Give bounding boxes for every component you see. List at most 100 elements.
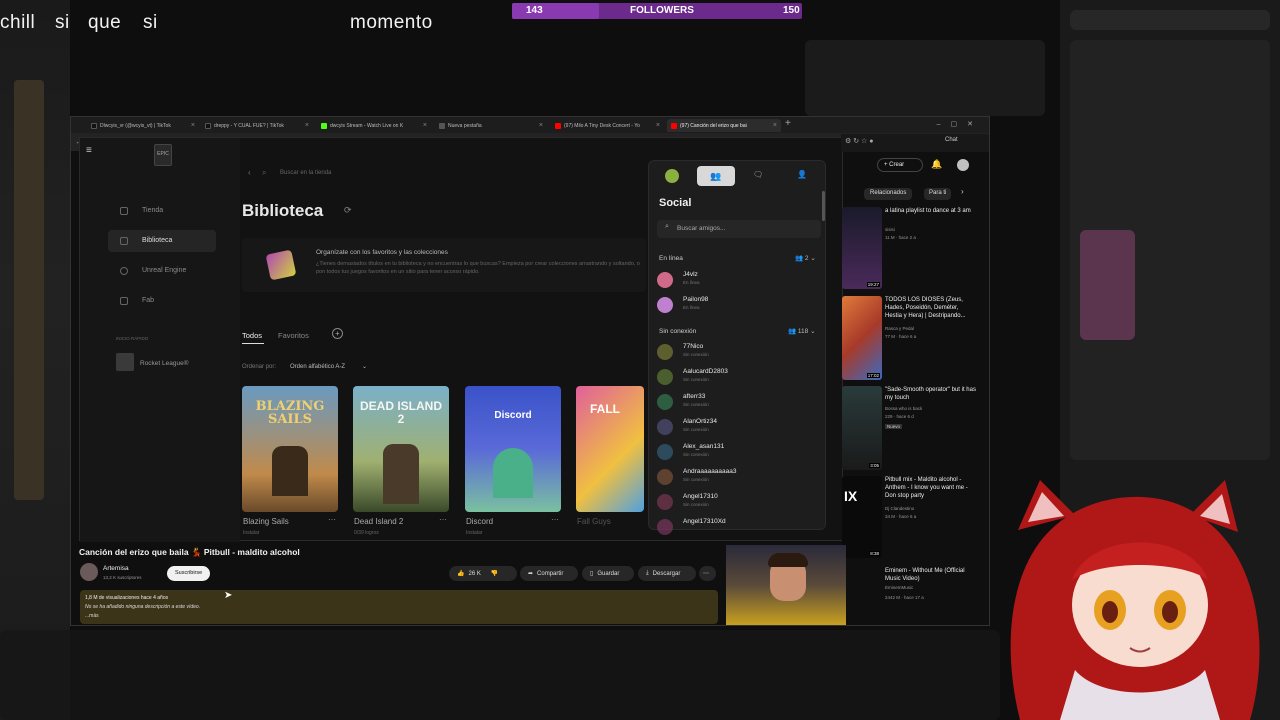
toolbar-icons: ⚙ ↻ ☆ ●	[845, 138, 874, 145]
close-icon[interactable]: ×	[656, 122, 660, 129]
chat-icon[interactable]: 🗨	[753, 170, 763, 179]
online-count[interactable]: 👥 2 ⌄	[795, 254, 816, 262]
tab-youtube-1[interactable]: (97) Milo A Tiny Desk Concert - Yo ×	[551, 119, 664, 132]
related-thumbnail[interactable]: 17:02	[842, 296, 882, 380]
close-icon[interactable]: ×	[423, 122, 427, 129]
tab-tiktok-1[interactable]: Dlwcyis_vr (@wcyis_vt) | TikTok ×	[87, 119, 199, 132]
related-title[interactable]: a latina playlist to dance at 3 am	[885, 207, 977, 215]
related-thumbnail[interactable]: 3:05	[842, 386, 882, 470]
related-thumbnail[interactable]: 19:27	[842, 207, 882, 289]
tab-label: Nueva pestaña	[448, 122, 482, 129]
more-options-icon[interactable]: ⋯	[439, 515, 447, 524]
quick-game-rocket-league[interactable]: Rocket League®	[140, 360, 189, 367]
friend-row-offline[interactable]: AalucardD2803 Sin conexión	[657, 366, 817, 388]
related-thumbnail[interactable]: IX 8:38	[842, 476, 882, 558]
quick-launch-heading: INICIO RÁPIDO	[116, 336, 149, 341]
new-tab-button[interactable]: +	[785, 118, 791, 129]
tab-youtube-active[interactable]: (97) Canción del erizo que bai ×	[667, 119, 781, 132]
download-button[interactable]: ⤓ Descargar	[638, 566, 696, 581]
related-meta: 11 M · hace 2 a	[885, 235, 916, 240]
nav-store[interactable]: Tienda	[142, 207, 163, 214]
tab-new[interactable]: Nueva pestaña ×	[435, 119, 547, 132]
friend-row-offline[interactable]: Andraaaaaaaaaa3 Sin conexión	[657, 466, 817, 488]
related-title[interactable]: "Sade-Smooth operator" but it has my tou…	[885, 386, 977, 402]
store-search-input[interactable]: Buscar en la tienda	[280, 170, 331, 176]
chevron-down-icon[interactable]: ⌄	[362, 363, 367, 370]
back-arrow-icon[interactable]: ‹	[248, 168, 251, 177]
window-controls[interactable]: –▢✕	[937, 120, 983, 128]
add-friend-icon[interactable]: 👤	[797, 170, 807, 179]
more-options-icon[interactable]: ⋯	[551, 515, 559, 524]
chip-for-you[interactable]: Para ti	[924, 188, 952, 200]
offline-count-value: 118	[797, 328, 809, 335]
like-button[interactable]: 👍 26 K 👎	[449, 566, 517, 581]
friend-row-offline[interactable]: Alex_asan131 Sin conexión	[657, 441, 817, 463]
page-title: Biblioteca	[242, 201, 324, 220]
scrollbar[interactable]	[822, 191, 825, 221]
channel-name[interactable]: Artemisa	[103, 565, 129, 572]
friend-row-offline[interactable]: afterr33 Sin conexión	[657, 391, 817, 413]
video-description[interactable]: 1,8 M de visualizaciones hace 4 años No …	[80, 590, 718, 624]
duration-badge: 17:02	[866, 373, 880, 378]
webcam-hair	[768, 553, 808, 567]
add-collection-icon[interactable]: +	[332, 328, 343, 339]
game-card-discord[interactable]: Discord	[465, 386, 561, 512]
avatar	[657, 394, 673, 410]
channel-avatar[interactable]	[80, 563, 98, 581]
show-more-link[interactable]: ...más	[85, 613, 99, 619]
nav-unreal[interactable]: Unreal Engine	[142, 267, 186, 274]
game-card-blazing-sails[interactable]: BLAZING SAILS	[242, 386, 338, 512]
close-icon[interactable]: ×	[305, 122, 309, 129]
subscribe-button[interactable]: Suscribirse	[167, 566, 211, 581]
create-button[interactable]: + Crear	[877, 158, 923, 172]
friend-row-offline[interactable]: 77Nico Sin conexión	[657, 341, 817, 363]
nav-fab[interactable]: Fab	[142, 297, 154, 304]
related-title[interactable]: TODOS LOS DIOSES (Zeus, Hades, Poseidón,…	[885, 296, 977, 320]
game-card-fall-guys[interactable]: FALL	[576, 386, 644, 512]
related-meta: 34 M · hace 6 a	[885, 514, 917, 519]
tab-label: (97) Canción del erizo que bai	[680, 122, 747, 129]
friend-row-offline[interactable]: Angel17310Xd	[657, 516, 817, 538]
nav-library[interactable]: Biblioteca	[142, 237, 172, 244]
more-actions-button[interactable]: ⋯	[699, 566, 716, 581]
friend-row-online[interactable]: J4vlz En línea	[657, 269, 817, 291]
bell-icon[interactable]: 🔔	[931, 159, 942, 170]
friend-row-offline[interactable]: AlanOrtiz34 Sin conexión	[657, 416, 817, 438]
related-title[interactable]: Eminem - Without Me (Official Music Vide…	[885, 567, 977, 583]
epic-logo[interactable]: EPIC	[154, 144, 172, 166]
friend-row-offline[interactable]: Angel17310 Sin conexión	[657, 491, 817, 513]
save-label: Guardar	[597, 570, 620, 577]
library-icon	[120, 237, 128, 245]
related-channel: sisisi	[885, 227, 895, 232]
chip-related[interactable]: Relacionados	[864, 188, 913, 200]
tab-tiktok-2[interactable]: dreppy - Y CUAL FUE? | TikTok ×	[201, 119, 313, 132]
pirate-figure	[272, 446, 308, 496]
save-button[interactable]: ▯ Guardar	[582, 566, 634, 581]
tab-all[interactable]: Todos	[242, 331, 262, 340]
avatar[interactable]	[957, 159, 969, 171]
close-icon[interactable]: ×	[773, 122, 777, 129]
thumbs-down-icon[interactable]: 👎	[491, 570, 498, 577]
close-icon[interactable]: ×	[539, 122, 543, 129]
share-button[interactable]: ➦ Compartir	[520, 566, 578, 581]
close-icon[interactable]: ×	[191, 122, 195, 129]
offline-count[interactable]: 👥 118 ⌄	[788, 327, 816, 335]
refresh-icon[interactable]: ⟳	[344, 205, 352, 216]
friend-status: En línea	[683, 280, 700, 285]
game-card-dead-island-2[interactable]: DEAD ISLAND 2	[353, 386, 449, 512]
chat-button[interactable]: Chat	[945, 137, 958, 143]
tab-favorites[interactable]: Favoritos	[278, 331, 309, 340]
menu-icon[interactable]: ≡	[86, 145, 92, 156]
profile-avatar[interactable]	[665, 169, 679, 183]
friends-tab-icon[interactable]: 👥	[697, 166, 735, 186]
more-options-icon[interactable]: ⋯	[328, 515, 336, 524]
friend-status: Sin conexión	[683, 477, 709, 482]
tab-kick[interactable]: dwcyis Stream - Watch Live on K ×	[317, 119, 431, 132]
yt-header: ⚙ ↻ ☆ ● Chat	[841, 134, 989, 152]
chevron-right-icon[interactable]: ›	[961, 187, 964, 196]
followers-goal: 150	[783, 5, 800, 16]
friend-row-online[interactable]: Pailon98 En línea	[657, 294, 817, 316]
sort-dropdown[interactable]: Orden alfabético A-Z	[290, 364, 345, 370]
related-title[interactable]: Pitbull mix - Maldito alcohol - Anthem -…	[885, 476, 977, 500]
friend-search-input[interactable]: ⌕ Buscar amigos...	[657, 220, 821, 238]
